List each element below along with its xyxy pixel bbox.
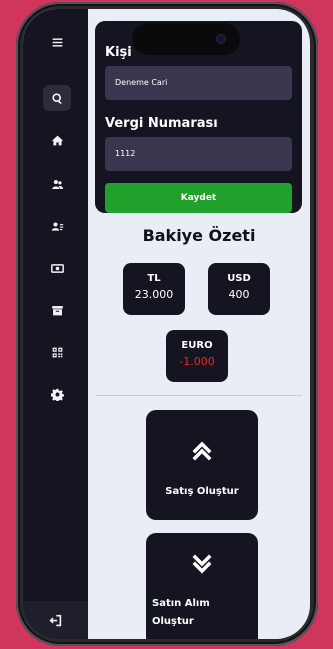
balance-amount: 400 <box>228 288 250 301</box>
logout-button[interactable] <box>23 601 88 639</box>
create-purchase-label-line2: Oluştur <box>152 616 194 627</box>
users-icon[interactable] <box>43 171 71 197</box>
balance-card-usd: USD 400 <box>208 263 270 315</box>
logout-icon <box>49 614 62 626</box>
camera-dot <box>216 34 226 44</box>
balance-currency: EURO <box>181 340 213 351</box>
create-purchase-button[interactable]: Satın Alım Oluştur <box>146 533 258 639</box>
home-icon[interactable] <box>43 127 71 153</box>
menu-icon[interactable] <box>43 29 71 55</box>
balance-currency: USD <box>227 273 251 284</box>
chevrons-up-icon <box>192 441 212 461</box>
create-sale-label: Satış Oluştur <box>165 486 239 497</box>
sidebar <box>23 9 88 639</box>
save-button[interactable]: Kaydet <box>105 183 292 213</box>
create-purchase-label: Satın Alım Oluştur <box>152 595 210 631</box>
kisi-input[interactable]: Deneme Cari <box>105 66 292 100</box>
search-icon[interactable] <box>43 85 71 111</box>
divider <box>96 395 302 396</box>
balance-summary-title: Bakiye Özeti <box>142 226 256 245</box>
main-content: Kişi Deneme Cari Vergi Numarası 1112 Kay… <box>88 9 310 639</box>
kisi-label: Kişi <box>105 45 132 60</box>
balance-card-euro: EURO -1.000 <box>166 330 228 382</box>
balance-currency: TL <box>147 273 161 284</box>
qrcode-icon[interactable] <box>43 339 71 365</box>
create-sale-button[interactable]: Satış Oluştur <box>146 410 258 520</box>
vergi-input[interactable]: 1112 <box>105 137 292 171</box>
archive-icon[interactable] <box>43 297 71 323</box>
chevrons-down-icon <box>192 554 212 574</box>
app-screen: Kişi Deneme Cari Vergi Numarası 1112 Kay… <box>23 9 310 639</box>
contacts-icon[interactable] <box>43 213 71 239</box>
camera-notch <box>132 23 240 55</box>
money-icon[interactable] <box>43 255 71 281</box>
balance-amount: 23.000 <box>134 288 174 301</box>
vergi-label: Vergi Numarası <box>105 116 218 131</box>
settings-icon[interactable] <box>43 381 71 407</box>
create-purchase-label-line1: Satın Alım <box>152 598 210 609</box>
balance-amount: -1.000 <box>179 355 215 368</box>
balance-card-tl: TL 23.000 <box>123 263 185 315</box>
